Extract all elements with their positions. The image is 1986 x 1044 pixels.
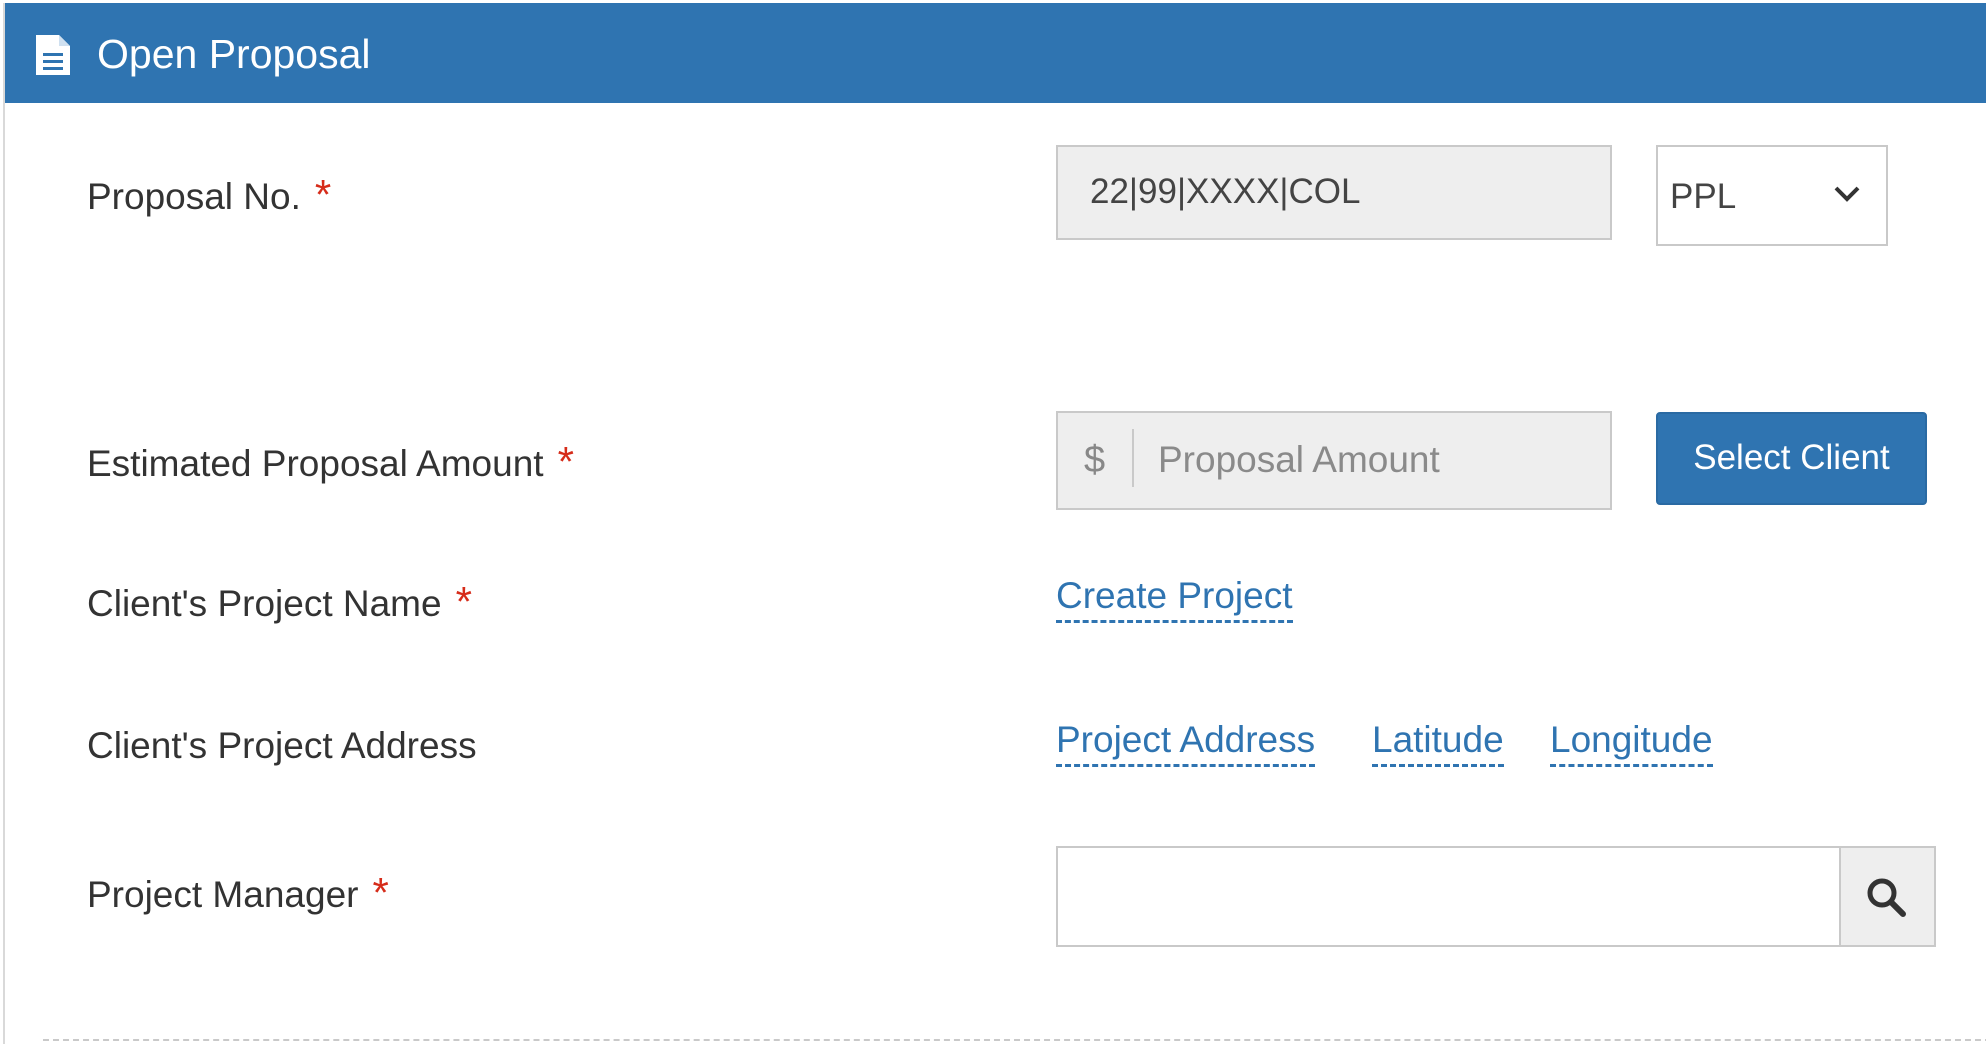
required-marker: * (372, 869, 389, 916)
proposal-type-select[interactable]: PPL (1656, 145, 1888, 246)
open-proposal-panel: Open Proposal Proposal No. * 22|99|XXXX|C… (3, 3, 1986, 1044)
project-manager-label: Project Manager * (87, 871, 389, 917)
project-manager-label-text: Project Manager (87, 874, 359, 915)
section-divider (43, 1039, 1986, 1041)
project-name-label-text: Client's Project Name (87, 583, 442, 624)
create-project-link[interactable]: Create Project (1056, 574, 1293, 623)
latitude-link[interactable]: Latitude (1372, 718, 1504, 767)
project-address-label: Client's Project Address (87, 724, 477, 768)
estimated-amount-label-text: Estimated Proposal Amount (87, 443, 544, 484)
search-button[interactable] (1839, 848, 1934, 945)
addon-separator (1132, 429, 1134, 487)
currency-symbol: $ (1084, 439, 1106, 481)
project-manager-field[interactable] (1056, 846, 1936, 947)
longitude-link[interactable]: Longitude (1550, 718, 1713, 767)
project-address-link[interactable]: Project Address (1056, 718, 1316, 767)
search-icon (1867, 878, 1906, 917)
estimated-amount-label: Estimated Proposal Amount * (87, 440, 574, 486)
chevron-down-icon (1834, 186, 1860, 202)
page-title: Open Proposal (97, 31, 371, 77)
proposal-no-value: 22|99|XXXX|COL (1090, 172, 1361, 211)
project-address-label-text: Client's Project Address (87, 725, 477, 766)
select-client-button[interactable]: Select Client (1656, 412, 1927, 505)
estimated-amount-field[interactable]: $ Proposal Amount (1056, 411, 1612, 510)
required-marker: * (557, 438, 574, 485)
proposal-no-label-text: Proposal No. (87, 176, 301, 217)
proposal-no-label: Proposal No. * (87, 173, 331, 219)
proposal-amount-placeholder: Proposal Amount (1158, 439, 1440, 480)
required-marker: * (455, 578, 472, 625)
required-marker: * (314, 171, 332, 218)
document-icon (36, 35, 70, 75)
proposal-no-field[interactable]: 22|99|XXXX|COL (1056, 145, 1612, 240)
proposal-type-value: PPL (1670, 177, 1737, 216)
project-name-label: Client's Project Name * (87, 580, 472, 626)
panel-header: Open Proposal (5, 3, 1986, 103)
